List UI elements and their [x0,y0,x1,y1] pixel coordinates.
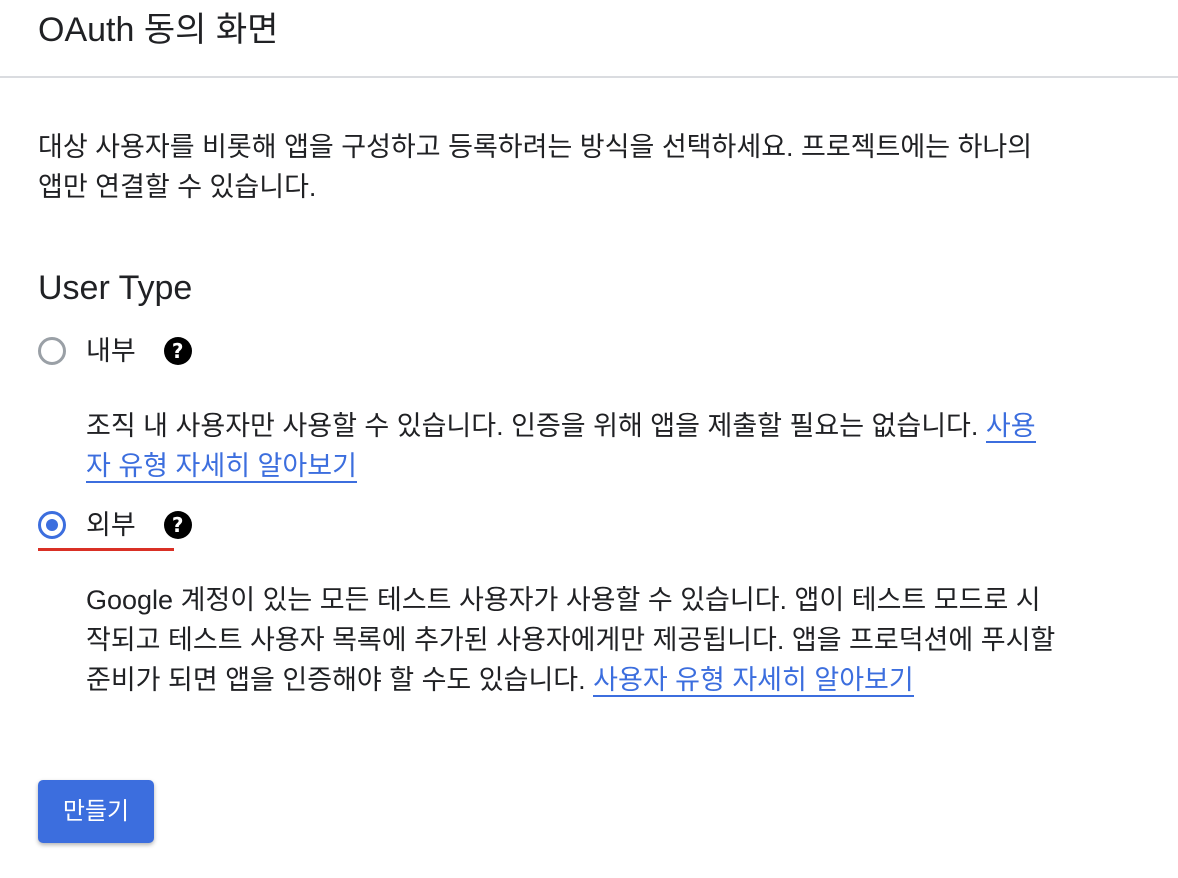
user-type-option-external[interactable]: 외부 ? [38,508,192,542]
help-icon[interactable]: ? [163,511,192,539]
external-description: Google 계정이 있는 모든 테스트 사용자가 사용할 수 있습니다. 앱이… [86,580,1056,700]
learn-more-user-type-link[interactable]: 사용자 유형 자세히 알아보기 [593,665,914,697]
internal-description: 조직 내 사용자만 사용할 수 있습니다. 인증을 위해 앱을 제출할 필요는 … [86,406,1056,486]
focus-indicator [38,548,174,551]
help-icon[interactable]: ? [163,337,192,365]
external-radio[interactable] [38,511,66,539]
user-type-option-internal[interactable]: 내부 ? [38,334,192,368]
page-title: OAuth 동의 화면 [38,11,279,49]
create-button[interactable]: 만들기 [38,780,154,843]
intro-text: 대상 사용자를 비롯해 앱을 구성하고 등록하려는 방식을 선택하세요. 프로젝… [38,132,1033,202]
page-header: OAuth 동의 화면 [0,0,1178,78]
internal-radio[interactable] [38,337,66,365]
internal-label[interactable]: 내부 [86,334,136,368]
internal-description-text: 조직 내 사용자만 사용할 수 있습니다. 인증을 위해 앱을 제출할 필요는 … [86,411,986,441]
external-label[interactable]: 외부 [86,508,136,542]
user-type-heading: User Type [38,269,193,307]
